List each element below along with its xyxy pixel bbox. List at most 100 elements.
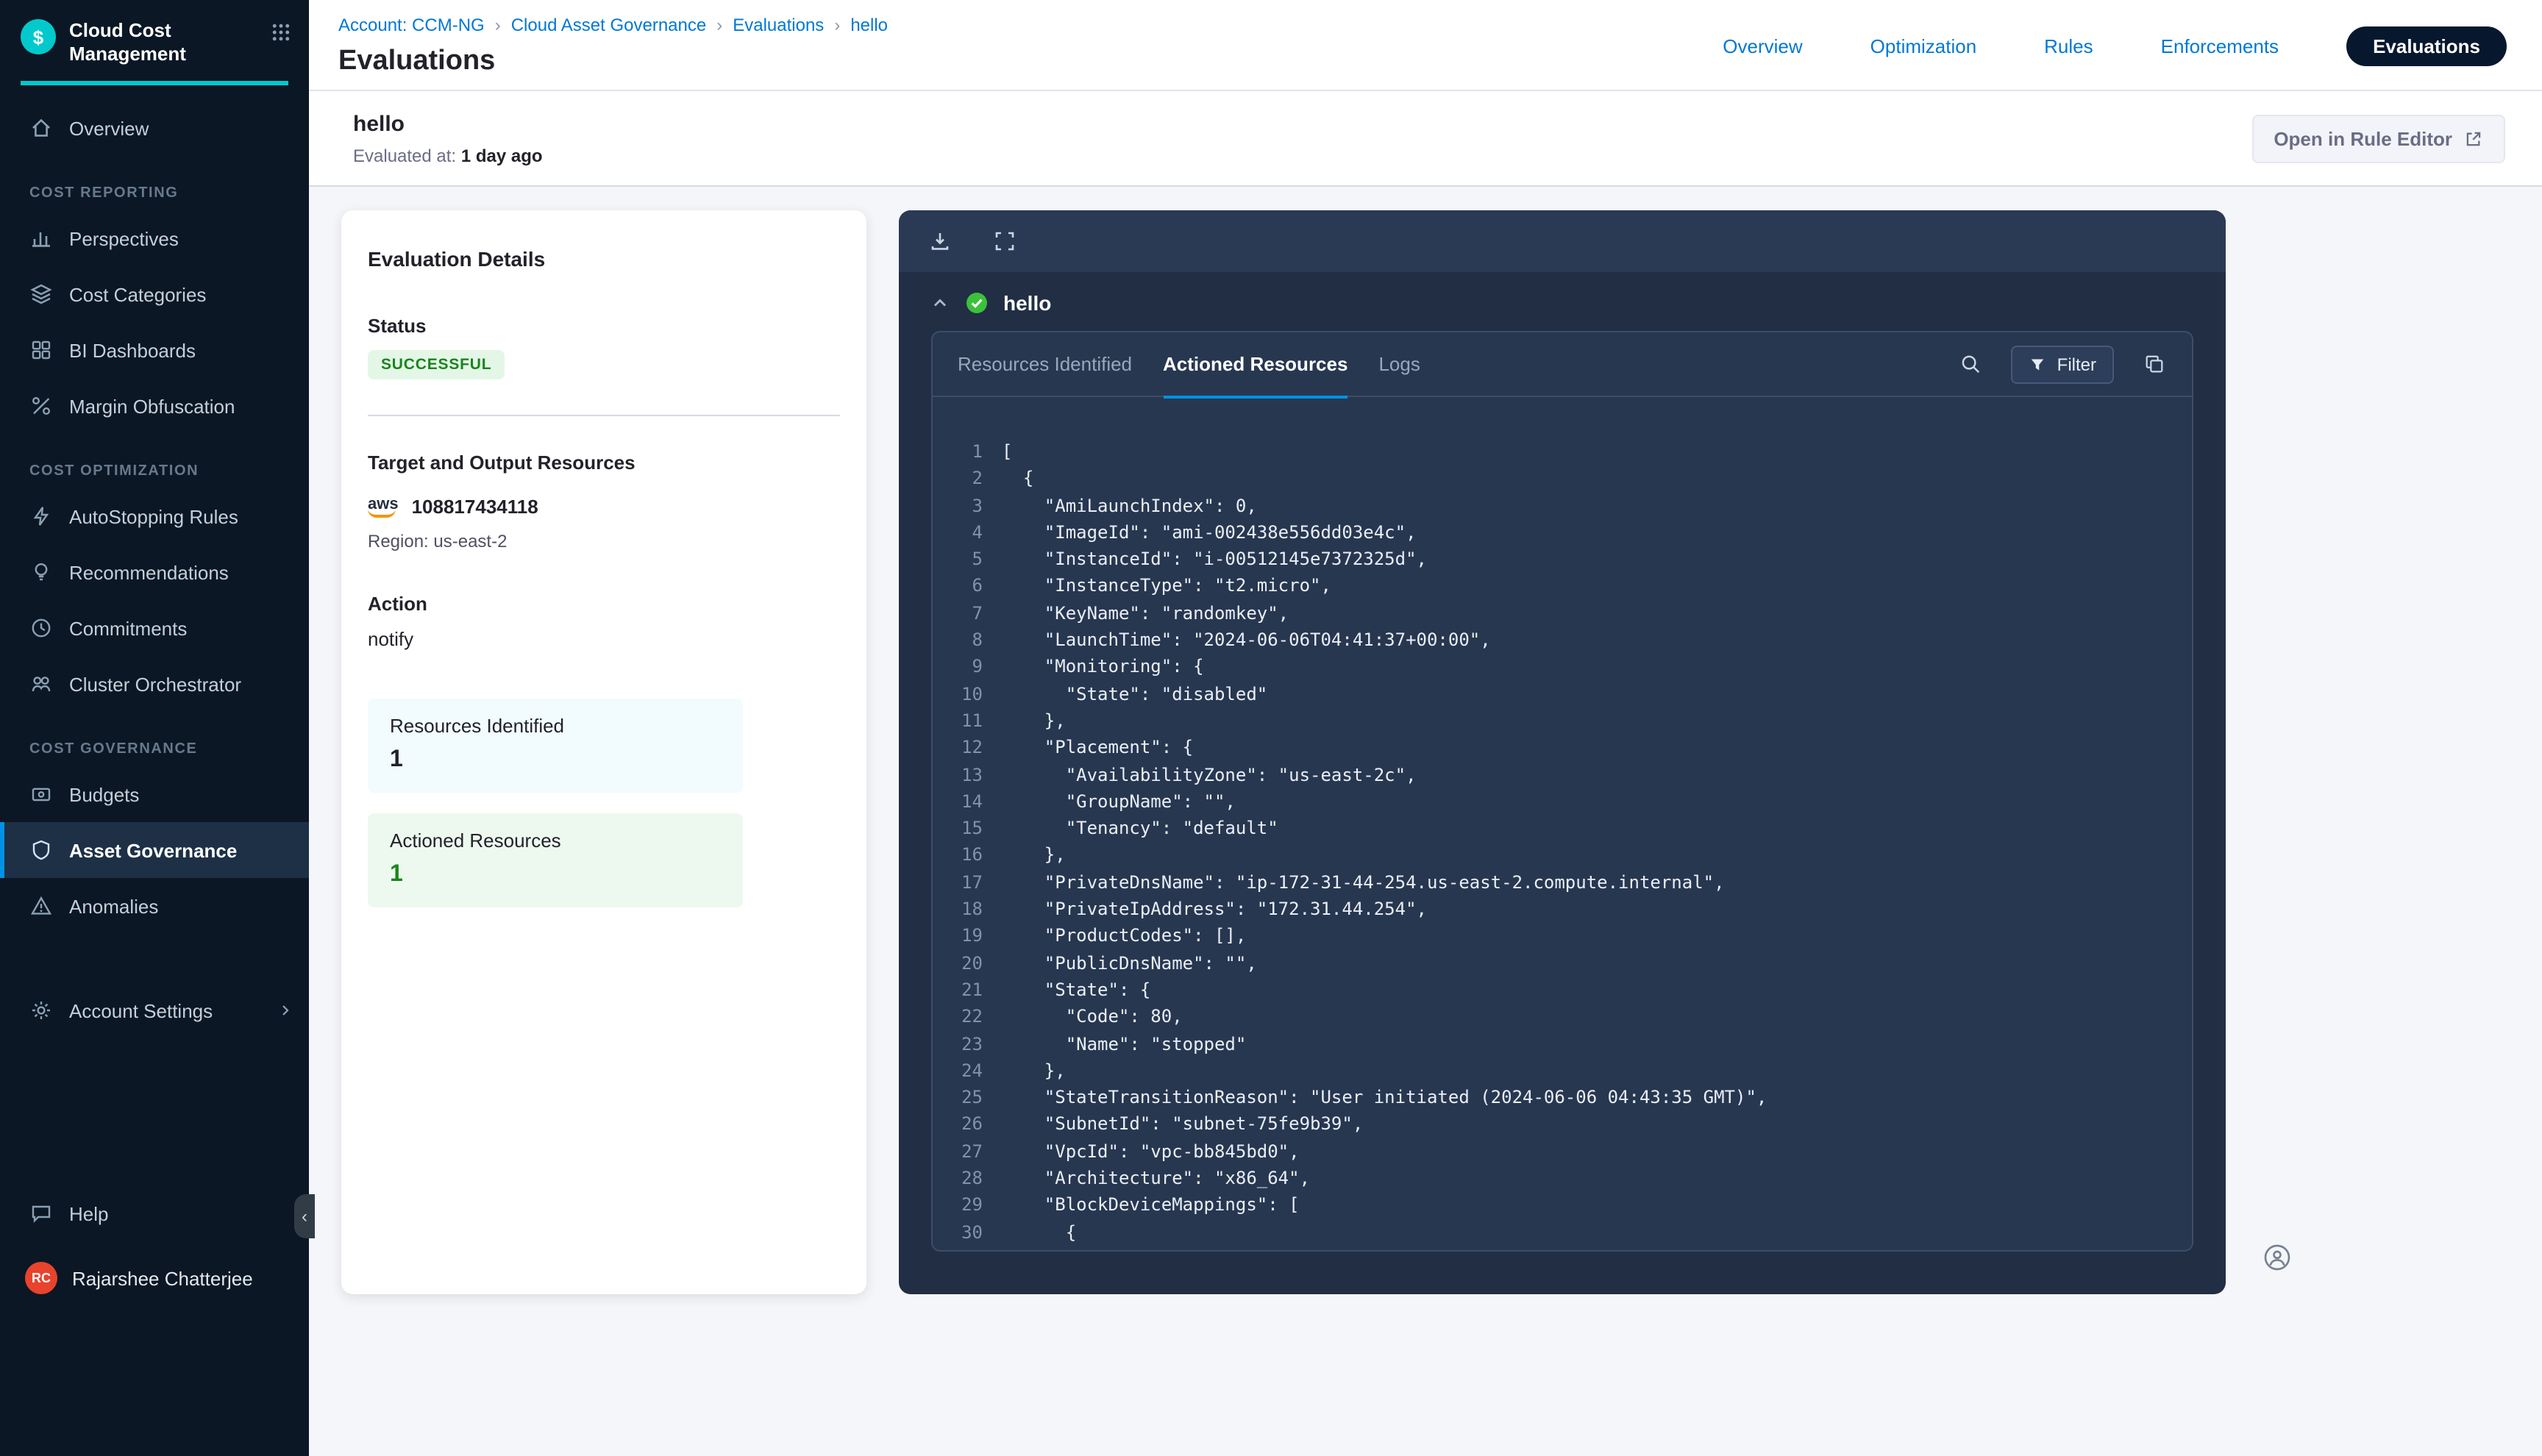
top-nav-evaluations-active[interactable]: Evaluations — [2346, 26, 2507, 65]
result-controls: Filter — [1960, 345, 2165, 383]
code-line: 9 "Monitoring": { — [950, 654, 2192, 681]
breadcrumb-section-link[interactable]: Cloud Asset Governance — [511, 15, 707, 35]
content-area: Evaluation Details Status SUCCESSFUL Tar… — [309, 188, 2542, 1456]
evaluated-at-label: Evaluated at: — [353, 145, 456, 165]
section-cost-optimization: COST OPTIMIZATION — [29, 463, 309, 479]
chevron-up-icon[interactable] — [930, 293, 950, 313]
external-link-icon — [2464, 129, 2483, 148]
aws-logo-icon: aws — [368, 496, 399, 517]
code-line: 23 "Name": "stopped" — [950, 1030, 2192, 1057]
sidebar-item-overview[interactable]: Overview — [0, 100, 309, 156]
sidebar-item-label: Budgets — [69, 783, 139, 805]
user-menu[interactable]: RC Rajarshee Chatterjee — [0, 1241, 309, 1315]
funnel-icon — [2029, 355, 2047, 373]
sidebar-item-label: Asset Governance — [69, 839, 237, 861]
lightning-icon — [29, 504, 53, 528]
sidebar-item-help[interactable]: Help — [0, 1185, 309, 1241]
tab-actioned-resources[interactable]: Actioned Resources — [1163, 332, 1347, 396]
copy-icon[interactable] — [2143, 353, 2165, 375]
tab-logs[interactable]: Logs — [1378, 332, 1420, 396]
breadcrumb-separator-icon: › — [834, 15, 840, 35]
code-line: 1[ — [950, 438, 2192, 465]
target-account-row: aws 108817434118 — [368, 496, 840, 518]
ccm-module-icon: $ — [21, 19, 56, 54]
chevron-right-icon — [277, 1002, 294, 1019]
action-label: Action — [368, 593, 840, 615]
sidebar-collapse-handle[interactable]: ‹ — [294, 1194, 315, 1238]
code-line: 26 "SubnetId": "subnet-75fe9b39", — [950, 1111, 2192, 1138]
code-line: 20 "PublicDnsName": "", — [950, 949, 2192, 977]
sidebar-item-cluster-orchestrator[interactable]: Cluster Orchestrator — [0, 656, 309, 712]
sidebar-item-recommendations[interactable]: Recommendations — [0, 544, 309, 600]
code-line: 7 "KeyName": "randomkey", — [950, 600, 2192, 627]
section-cost-governance: COST GOVERNANCE — [29, 741, 309, 757]
sidebar-item-bi-dashboards[interactable]: BI Dashboards — [0, 322, 309, 378]
status-label: Status — [368, 315, 840, 337]
code-line: 12 "Placement": { — [950, 735, 2192, 762]
code-line: 5 "InstanceId": "i-00512145e7372325d", — [950, 546, 2192, 573]
sidebar-item-commitments[interactable]: Commitments — [0, 600, 309, 656]
breadcrumb-separator-icon: › — [716, 15, 722, 35]
action-value: notify — [368, 628, 840, 650]
app-title: Cloud Cost Management — [69, 19, 257, 66]
app: $ Cloud Cost Management Overview COST RE… — [0, 0, 2542, 1456]
code-lines: 1[2 {3 "AmiLaunchIndex": 0,4 "ImageId": … — [933, 397, 2192, 1246]
module-grid-icon[interactable] — [271, 22, 291, 43]
search-icon[interactable] — [1960, 353, 1982, 375]
user-name: Rajarshee Chatterjee — [72, 1267, 253, 1289]
main-area: Account: CCM-NG › Cloud Asset Governance… — [309, 0, 2542, 1456]
sidebar-item-budgets[interactable]: Budgets — [0, 766, 309, 822]
actioned-resources-stat: Actioned Resources 1 — [368, 813, 743, 907]
sidebar-item-label: Anomalies — [69, 895, 158, 917]
code-line: 30 { — [950, 1218, 2192, 1246]
breadcrumb-current: hello — [850, 15, 888, 35]
page-title: Evaluations — [338, 46, 888, 78]
resources-identified-stat: Resources Identified 1 — [368, 699, 743, 793]
top-nav-rules[interactable]: Rules — [2044, 35, 2093, 57]
sidebar-item-anomalies[interactable]: Anomalies — [0, 878, 309, 934]
sidebar-item-label: Account Settings — [69, 999, 213, 1021]
action-block: Action notify — [368, 593, 840, 650]
code-line: 13 "AvailabilityZone": "us-east-2c", — [950, 761, 2192, 788]
breadcrumb-page-link[interactable]: Evaluations — [733, 15, 824, 35]
sidebar-item-perspectives[interactable]: Perspectives — [0, 210, 309, 266]
fullscreen-icon[interactable] — [993, 229, 1017, 253]
open-rule-editor-button[interactable]: Open in Rule Editor — [2251, 114, 2505, 163]
support-chat-icon[interactable] — [2262, 1243, 2292, 1272]
result-tabs: Resources Identified Actioned Resources … — [933, 332, 2192, 397]
code-line: 16 }, — [950, 842, 2192, 869]
filter-label: Filter — [2057, 354, 2096, 374]
sidebar-item-asset-governance[interactable]: Asset Governance — [0, 822, 309, 878]
actioned-resources-value: 1 — [390, 862, 721, 888]
code-line: 27 "VpcId": "vpc-bb845bd0", — [950, 1138, 2192, 1165]
shield-icon — [29, 838, 53, 862]
code-line: 22 "Code": 80, — [950, 1003, 2192, 1030]
section-cost-reporting: COST REPORTING — [29, 185, 309, 201]
top-nav-optimization[interactable]: Optimization — [1870, 35, 1977, 57]
target-resources-title: Target and Output Resources — [368, 452, 840, 474]
top-nav-enforcements[interactable]: Enforcements — [2161, 35, 2279, 57]
sidebar-item-account-settings[interactable]: Account Settings — [0, 982, 309, 1038]
download-icon[interactable] — [928, 229, 952, 253]
code-line: 14 "GroupName": "", — [950, 788, 2192, 816]
result-header-row: hello — [899, 272, 2226, 331]
success-check-icon — [965, 291, 989, 315]
sidebar-item-label: Help — [69, 1202, 109, 1224]
sidebar-bottom: Help RC Rajarshee Chatterjee — [0, 1185, 309, 1456]
target-account-id: 108817434118 — [412, 496, 538, 518]
filter-button[interactable]: Filter — [2012, 345, 2114, 383]
wallet-icon — [29, 782, 53, 806]
dashboard-icon — [29, 338, 53, 362]
top-nav-overview[interactable]: Overview — [1723, 35, 1802, 57]
actioned-resources-label: Actioned Resources — [390, 829, 721, 852]
sidebar-item-label: AutoStopping Rules — [69, 505, 238, 527]
sidebar-item-autostopping-rules[interactable]: AutoStopping Rules — [0, 488, 309, 544]
sidebar-item-label: Cluster Orchestrator — [69, 673, 241, 695]
sidebar-item-margin-obfuscation[interactable]: Margin Obfuscation — [0, 378, 309, 434]
open-rule-editor-label: Open in Rule Editor — [2274, 127, 2452, 149]
sidebar-item-cost-categories[interactable]: Cost Categories — [0, 266, 309, 322]
tab-resources-identified[interactable]: Resources Identified — [958, 332, 1132, 396]
resources-identified-value: 1 — [390, 747, 721, 774]
breadcrumb-account-link[interactable]: Account: CCM-NG — [338, 15, 485, 35]
lightbulb-icon — [29, 560, 53, 584]
